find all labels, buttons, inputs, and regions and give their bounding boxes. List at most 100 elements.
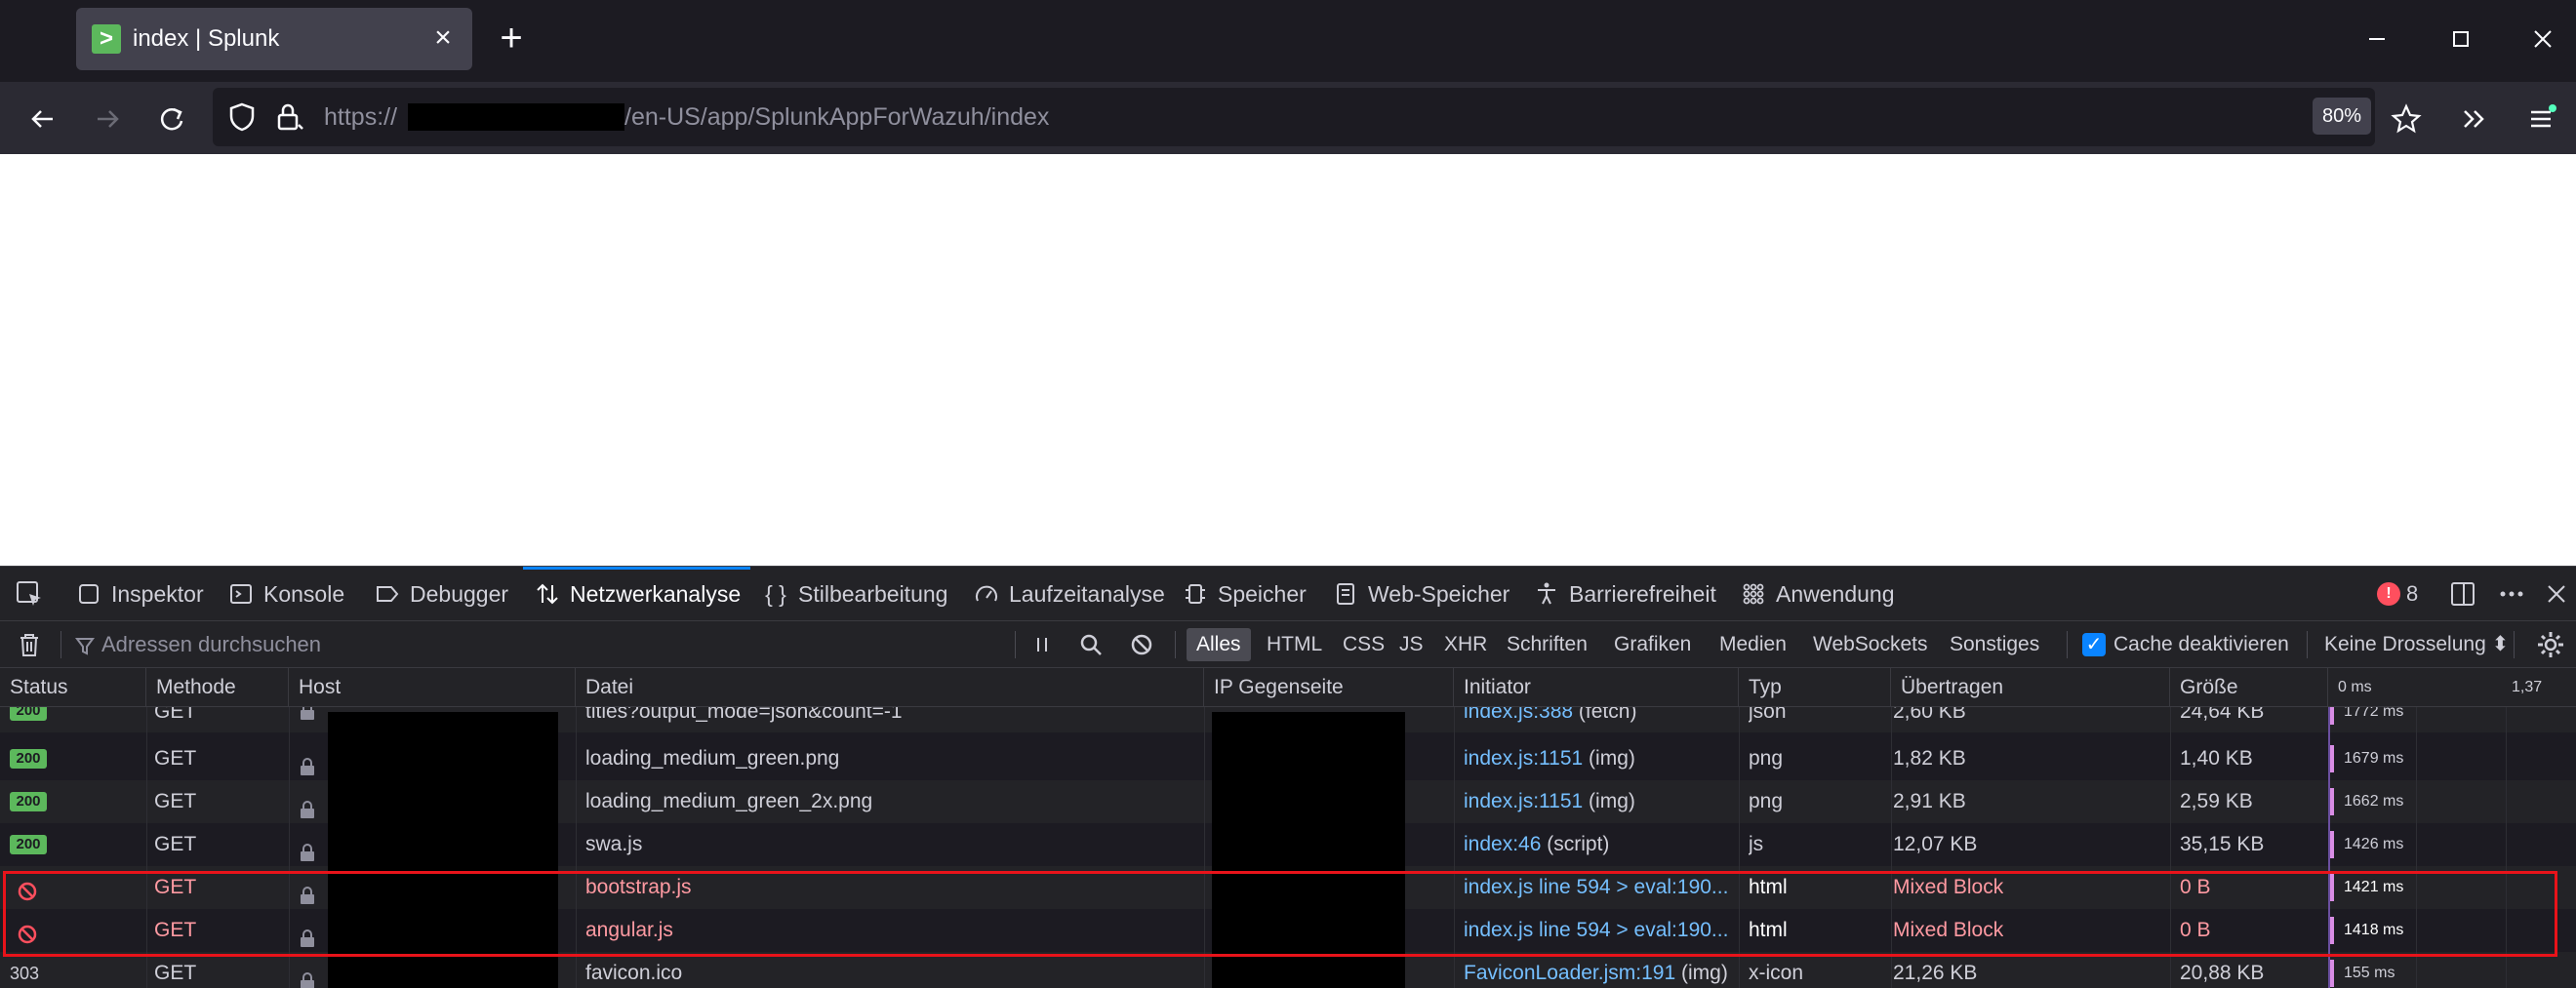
tab-barrierefreiheit[interactable]: Barrierefreiheit: [1532, 567, 1716, 621]
initiator-type: (img): [1589, 747, 1635, 770]
throttle-select[interactable]: Keine Drosselung ⬍: [2324, 629, 2509, 660]
col-method[interactable]: Methode: [146, 668, 289, 707]
search-icon[interactable]: [1075, 629, 1107, 660]
filter-media-button[interactable]: Medien: [1710, 628, 1796, 661]
accessibility-icon: [1532, 579, 1561, 609]
tab-web-speicher[interactable]: Web-Speicher: [1331, 567, 1509, 621]
pause-icon[interactable]: [1026, 629, 1058, 660]
settings-gear-icon[interactable]: [2535, 629, 2566, 660]
performance-icon: [972, 579, 1001, 609]
col-waterfall[interactable]: 0 ms 1,37: [2328, 668, 2576, 707]
error-count[interactable]: ! 8: [2377, 578, 2418, 610]
lock-icon: [299, 964, 316, 988]
status-badge: 200: [10, 707, 47, 721]
divider: [1015, 631, 1016, 658]
tab-title: index | Splunk: [133, 25, 280, 52]
tab-label: Stilbearbeitung: [798, 580, 948, 607]
tab-label: Konsole: [263, 580, 345, 607]
tab-speicher[interactable]: Speicher: [1181, 567, 1307, 621]
col-transferred[interactable]: Übertragen: [1891, 668, 2170, 707]
timing: 1426 ms: [2344, 836, 2404, 852]
col-host[interactable]: Host: [289, 668, 576, 707]
filter-all-button[interactable]: Alles: [1187, 628, 1251, 661]
splunk-favicon-icon: >: [92, 24, 121, 54]
initiator[interactable]: index:46 (script): [1464, 823, 1609, 866]
filter-css-button[interactable]: CSS: [1333, 628, 1394, 661]
filter-xhr-button[interactable]: XHR: [1434, 628, 1497, 661]
url-bar[interactable]: https:// /en-US/app/SplunkAppForWazuh/in…: [213, 88, 2375, 146]
reload-icon[interactable]: [152, 99, 191, 138]
inspector-icon: [74, 579, 103, 609]
block-urls-icon[interactable]: [1126, 629, 1157, 660]
minimize-icon[interactable]: [2357, 20, 2396, 59]
filter-html-button[interactable]: HTML: [1257, 628, 1332, 661]
tab-netzwerkanalyse[interactable]: Netzwerkanalyse: [522, 567, 751, 621]
tab-close-icon[interactable]: ×: [427, 23, 459, 55]
initiator-link[interactable]: index.js:1151: [1464, 790, 1583, 812]
filter-images-button[interactable]: Grafiken: [1604, 628, 1701, 661]
new-tab-button[interactable]: +: [494, 19, 529, 58]
filter-other-button[interactable]: Sonstiges: [1940, 628, 2049, 661]
initiator[interactable]: FaviconLoader.jsm:191 (img): [1464, 952, 1728, 988]
tab-debugger[interactable]: Debugger: [373, 567, 508, 621]
devtools-close-icon[interactable]: [2541, 578, 2572, 610]
initiator[interactable]: index.js:388 (fetch): [1464, 707, 1636, 732]
filter-websockets-button[interactable]: WebSockets: [1803, 628, 1938, 661]
maximize-icon[interactable]: [2441, 20, 2480, 59]
initiator[interactable]: index.js:1151 (img): [1464, 780, 1635, 823]
initiator-link[interactable]: index:46: [1464, 833, 1541, 855]
col-size[interactable]: Größe: [2170, 668, 2328, 707]
url-filter-input[interactable]: Adressen durchsuchen: [101, 629, 1038, 660]
mixed-block-highlight: [3, 871, 2557, 957]
col-file[interactable]: Datei: [576, 668, 1204, 707]
divider: [1175, 631, 1176, 658]
element-picker-icon[interactable]: [14, 578, 45, 610]
url-scheme: https://: [324, 103, 398, 131]
tab-stilbearbeitung[interactable]: { } Stilbearbeitung: [761, 567, 947, 621]
insecure-lock-icon[interactable]: [271, 99, 306, 135]
tracking-protection-shield-icon[interactable]: [224, 99, 260, 135]
lock-icon: [299, 707, 316, 721]
overflow-chevron-icon[interactable]: [2455, 99, 2494, 138]
type: json: [1749, 707, 1787, 723]
col-status[interactable]: Status: [0, 668, 146, 707]
trash-icon[interactable]: [14, 629, 45, 660]
filter-js-button[interactable]: JS: [1389, 628, 1433, 661]
window-close-icon[interactable]: [2523, 20, 2562, 59]
forward-icon[interactable]: [88, 99, 127, 138]
initiator-link[interactable]: index.js:388: [1464, 707, 1573, 723]
console-icon: [226, 579, 256, 609]
requests-table-header: Status Methode Host Datei IP Gegenseite …: [0, 668, 2576, 707]
initiator-type: (img): [1680, 962, 1728, 984]
col-initiator[interactable]: Initiator: [1454, 668, 1739, 707]
more-options-icon[interactable]: [2496, 578, 2527, 610]
waterfall-bar: [2330, 707, 2334, 725]
zoom-level-badge[interactable]: 80%: [2313, 98, 2371, 135]
initiator-link[interactable]: FaviconLoader.jsm:191: [1464, 962, 1675, 984]
network-icon: [533, 579, 562, 609]
tab-konsole[interactable]: Konsole: [226, 567, 344, 621]
size: 2,59 KB: [2180, 790, 2253, 812]
cache-disable-checkbox[interactable]: ✓: [2082, 633, 2106, 656]
initiator[interactable]: index.js:1151 (img): [1464, 737, 1635, 780]
size: 35,15 KB: [2180, 833, 2265, 855]
file: favicon.ico: [585, 962, 683, 984]
browser-tab[interactable]: > index | Splunk ×: [76, 8, 472, 70]
method: GET: [154, 962, 197, 984]
bookmark-star-icon[interactable]: [2387, 99, 2426, 138]
dock-layout-icon[interactable]: [2447, 578, 2478, 610]
filter-fonts-button[interactable]: Schriften: [1497, 628, 1597, 661]
tab-inspektor[interactable]: Inspektor: [74, 567, 204, 621]
url-path: /en-US/app/SplunkAppForWazuh/index: [624, 103, 1050, 131]
initiator-link[interactable]: index.js:1151: [1464, 747, 1583, 770]
lock-icon: [299, 792, 316, 818]
tab-label: Web-Speicher: [1368, 580, 1510, 607]
initiator-type: (script): [1547, 833, 1610, 855]
tab-laufzeitanalyse[interactable]: Laufzeitanalyse: [972, 567, 1165, 621]
col-type[interactable]: Typ: [1739, 668, 1891, 707]
back-icon[interactable]: [23, 99, 62, 138]
tab-anwendung[interactable]: Anwendung: [1739, 567, 1895, 621]
hamburger-menu-icon[interactable]: [2521, 99, 2560, 138]
col-remote-ip[interactable]: IP Gegenseite: [1204, 668, 1454, 707]
size: 20,88 KB: [2180, 962, 2265, 984]
